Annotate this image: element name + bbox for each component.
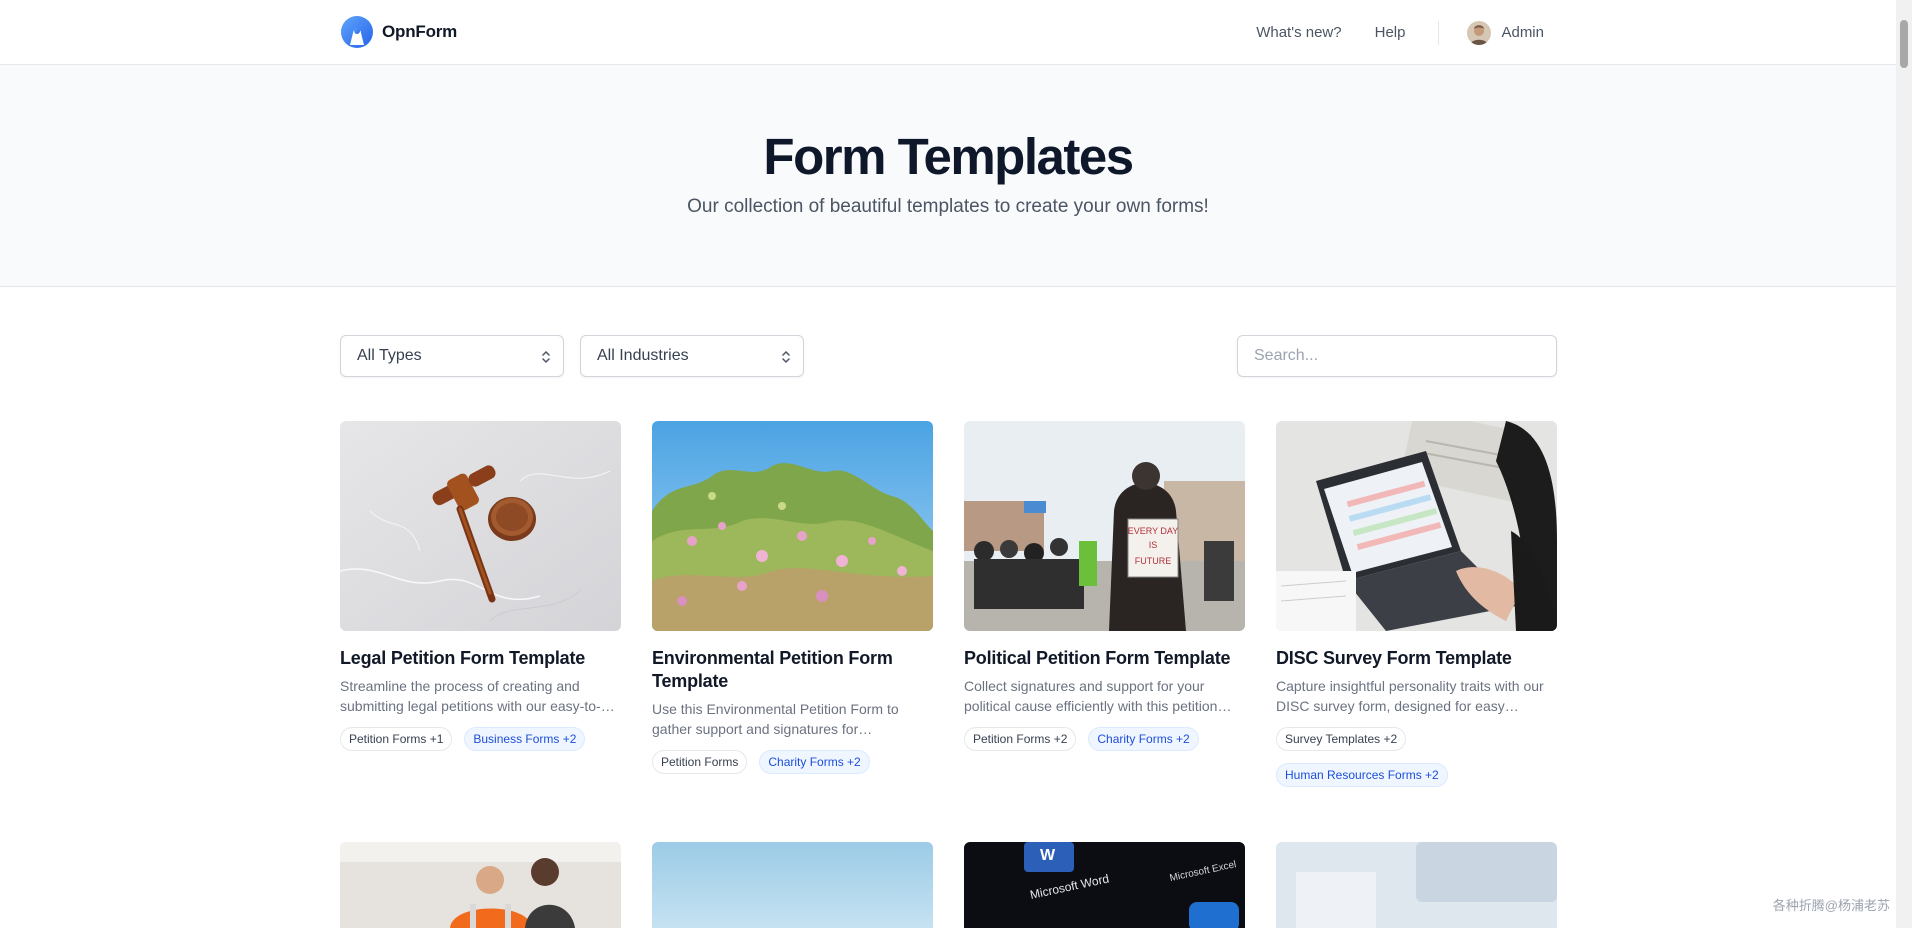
- template-description: Use this Environmental Petition Form to …: [652, 701, 899, 737]
- tag-type[interactable]: Survey Templates +2: [1276, 727, 1407, 751]
- template-card-environmental-petition[interactable]: Environmental Petition Form Template Use…: [652, 421, 933, 774]
- sign-text-line1: EVERY DAY: [1128, 526, 1179, 536]
- template-title: Legal Petition Form Template: [340, 648, 586, 668]
- sky-image: [652, 842, 933, 928]
- page-title: Form Templates: [763, 128, 1134, 185]
- page-scrollbar[interactable]: [1896, 0, 1912, 928]
- scrollbar-thumb[interactable]: [1900, 20, 1908, 68]
- nav-help[interactable]: Help: [1375, 24, 1406, 41]
- workers-meeting-image: [340, 842, 621, 928]
- sign-text-line3: FUTURE: [1135, 556, 1172, 566]
- nav-links: What's new? Help Admin: [1223, 0, 1544, 65]
- opnform-logo-icon: [341, 16, 373, 48]
- template-tags: Survey Templates +2 Human Resources Form…: [1276, 727, 1557, 787]
- template-card-political-petition[interactable]: EVERY DAY IS FUTURE Political Petition F…: [964, 421, 1245, 751]
- types-select-value: All Types: [357, 347, 422, 364]
- template-tags: Petition Forms Charity Forms +2: [652, 750, 933, 774]
- user-menu[interactable]: Admin: [1467, 20, 1544, 45]
- tag-type[interactable]: Petition Forms: [652, 750, 748, 774]
- template-tags: Petition Forms +2 Charity Forms +2: [964, 727, 1245, 751]
- tag-industry[interactable]: Human Resources Forms +2: [1276, 763, 1448, 787]
- chevron-up-down-icon: [542, 350, 550, 364]
- user-name: Admin: [1501, 24, 1544, 41]
- svg-text:W: W: [1040, 847, 1056, 864]
- gavel-image: [340, 421, 621, 631]
- template-image: [652, 421, 933, 631]
- tag-industry[interactable]: Charity Forms +2: [759, 750, 870, 774]
- search-input[interactable]: [1237, 335, 1557, 377]
- template-card-row2-2[interactable]: [652, 842, 933, 928]
- industries-select[interactable]: All Industries: [580, 335, 804, 377]
- nav-divider: [1438, 20, 1440, 45]
- flowering-tree-image: [652, 421, 933, 631]
- chevron-up-down-icon: [782, 350, 790, 364]
- sign-text-line2: IS: [1149, 540, 1158, 550]
- template-card-row2-1[interactable]: [340, 842, 621, 928]
- avatar: [1467, 20, 1492, 45]
- tag-type[interactable]: Petition Forms +1: [340, 727, 453, 751]
- nav-whats-new[interactable]: What's new?: [1256, 24, 1341, 41]
- template-card-row2-4[interactable]: [1276, 842, 1557, 928]
- tag-industry[interactable]: Charity Forms +2: [1088, 727, 1199, 751]
- template-title: Environmental Petition Form Template: [652, 648, 893, 691]
- template-description: Capture insightful personality traits wi…: [1276, 678, 1544, 714]
- template-description: Streamline the process of creating and s…: [340, 678, 601, 714]
- template-image: [340, 421, 621, 631]
- tag-type[interactable]: Petition Forms +2: [964, 727, 1077, 751]
- hero-section: Form Templates Our collection of beautif…: [0, 65, 1896, 287]
- template-card-legal-petition[interactable]: Legal Petition Form Template Streamline …: [340, 421, 621, 751]
- template-title: Political Petition Form Template: [964, 648, 1231, 668]
- template-card-row2-3[interactable]: W Microsoft Word Microsoft Excel: [964, 842, 1245, 928]
- blurred-screen-image: [1276, 842, 1557, 928]
- template-tags: Petition Forms +1 Business Forms +2: [340, 727, 621, 751]
- laptop-work-image: [1276, 421, 1557, 631]
- template-description: Collect signatures and support for your …: [964, 678, 1218, 714]
- navbar: OpnForm What's new? Help Admin: [0, 0, 1896, 65]
- brand-name: OpnForm: [382, 22, 458, 41]
- page-subtitle: Our collection of beautiful templates to…: [687, 196, 1209, 217]
- watermark: 各种折腾@杨浦老苏: [1772, 898, 1890, 913]
- brand-logo[interactable]: OpnForm: [340, 15, 457, 49]
- template-title: DISC Survey Form Template: [1276, 648, 1512, 668]
- protest-image: EVERY DAY IS FUTURE: [964, 421, 1245, 631]
- template-image: [1276, 421, 1557, 631]
- template-image: EVERY DAY IS FUTURE: [964, 421, 1245, 631]
- template-card-disc-survey[interactable]: DISC Survey Form Template Capture insigh…: [1276, 421, 1557, 787]
- tag-industry[interactable]: Business Forms +2: [464, 727, 586, 751]
- office-apps-image: W Microsoft Word Microsoft Excel: [964, 842, 1245, 928]
- industries-select-value: All Industries: [597, 347, 689, 364]
- types-select[interactable]: All Types: [340, 335, 564, 377]
